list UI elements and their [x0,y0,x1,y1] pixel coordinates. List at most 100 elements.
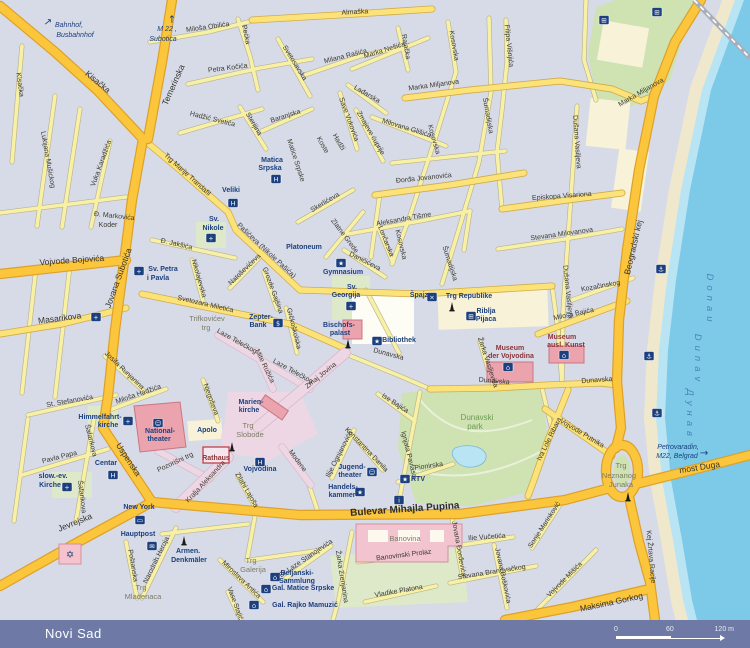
street-label: Sterijina [244,112,263,137]
poi-label: Pijaca [476,316,496,323]
water-label: Dunav [692,334,703,386]
poi-label: RTV [411,476,425,483]
poi-label: Apolo [197,427,217,434]
poi-label: Bibliothek [382,337,416,344]
scale-end: 120 m [715,626,734,633]
poi-label: Špajz [410,290,429,299]
hotel-icon: H [108,471,118,480]
sight-icon: ★ [372,337,382,346]
svg-text:+: + [136,267,141,275]
poi-label: Jugend- [338,464,366,471]
svg-text:⚓: ⚓ [646,352,652,360]
poi-label: Gal. Matice Srpske [272,585,334,592]
street-label: Milovana Glišića [381,118,432,140]
poi-label: Trg Republike [446,293,492,300]
poi-label: Veliki [222,187,240,194]
theater-icon: ☺ [367,468,377,477]
museum-label: der Vojvodina [488,353,534,360]
svg-text:i: i [398,496,400,504]
poi-label: Sv. [209,216,219,223]
square-label: Galerija [240,565,267,574]
poi-label: Busbahnhof [56,32,94,39]
svg-text:$: $ [276,319,280,327]
svg-text:✡: ✡ [66,550,74,561]
square-label: Junaka [609,480,634,489]
svg-text:✉: ✉ [149,542,154,550]
water-label: Donau [704,274,715,327]
poi-label: Beljanski- [280,570,314,577]
poi-label: Platoneum [286,244,322,251]
museum-label: ausl. Kunst [547,342,585,349]
street-label: Skerlićeva [310,191,341,214]
poi-label: Riblja [476,308,495,315]
svg-text:H: H [274,175,279,183]
square-label: Banovina [389,534,421,543]
square-label: Trg [246,556,257,565]
svg-text:⌂: ⌂ [562,351,566,359]
poi-label: Srpska [258,165,281,172]
scale-mid: 60 [666,626,674,633]
info-icon: i [394,496,404,505]
market-icon: ⊞ [599,16,609,25]
church-icon: + [346,302,356,311]
svg-text:H: H [231,199,236,207]
poi-label: i Pavla [147,275,169,282]
park-label: Dunavski [461,413,494,422]
poi-label: Bischofs- [323,322,356,329]
poi-label: Vojvodina [244,466,277,473]
map-page: →→→++++++HHHH▭✉$★★★★⌂⌂⌂⌂⌂×⊞⊞⊞i⚓⚓⚓☺☺✡ Bah… [0,0,750,648]
svg-text:→: → [42,15,55,29]
poi-label: Gymnasium [323,269,363,276]
arrow-icon: → [700,448,708,459]
svg-text:★: ★ [338,259,344,267]
street-label: Almaška [341,8,368,16]
svg-text:⊞: ⊞ [601,16,606,24]
svg-text:★: ★ [402,475,408,483]
hotel-icon: H [271,175,281,184]
svg-text:+: + [208,234,213,242]
poi-label: Zepter- [249,314,273,321]
church-icon: + [91,313,101,322]
poi-label: Matica [261,157,283,164]
arrow-icon: → [167,15,178,23]
poi-label: kirche [98,422,119,429]
svg-text:H: H [111,471,116,479]
street-label: Poštanska [126,549,139,583]
map-title: Novi Sad [45,626,102,641]
svg-text:⚓: ⚓ [654,409,660,417]
church-icon: + [123,417,133,426]
market-icon: ⊞ [466,312,476,321]
svg-text:×: × [429,293,434,301]
poi-label: Hauptpost [121,531,156,538]
street-label: Trg Marije Trandafil [162,152,212,198]
water-label: Дунав [684,388,695,441]
anchor-icon: ⚓ [656,265,666,274]
bus-icon: ▭ [135,516,145,525]
museum-label: Museum [496,345,524,352]
square-label: Neznanog [602,471,636,480]
svg-text:☺: ☺ [155,419,162,427]
poi-label: Handels- [328,484,358,491]
obelisk-icon [181,536,186,545]
museum-icon: ⌂ [249,601,259,610]
square-label: Trg [616,461,627,470]
poi-label: Subotica [149,36,176,43]
poi-label: Denkmäler [171,557,207,564]
street-label: Zilahi Lajoša [233,471,259,509]
square-label: Trifkovićev [189,314,225,323]
poi-label: New York [123,504,154,511]
park-label: park [467,422,484,431]
poi-label: Kirche [39,482,61,489]
poi-label: Petrovaradin, [657,444,699,451]
square-label: trg [202,323,211,332]
museum-label: Rathaus [202,455,230,462]
street-label: Save Vukovića [337,97,359,143]
sight-icon: ★ [400,475,410,484]
map-footer: Novi Sad 0 60 120 m [0,620,750,648]
arrow-icon: → [42,15,55,29]
street-label: Đ. Jakšića [160,237,193,251]
svg-text:+: + [64,483,69,491]
poi-label: Georgija [332,292,361,299]
svg-text:→: → [700,448,708,459]
street-label: Kosovska [447,30,459,61]
